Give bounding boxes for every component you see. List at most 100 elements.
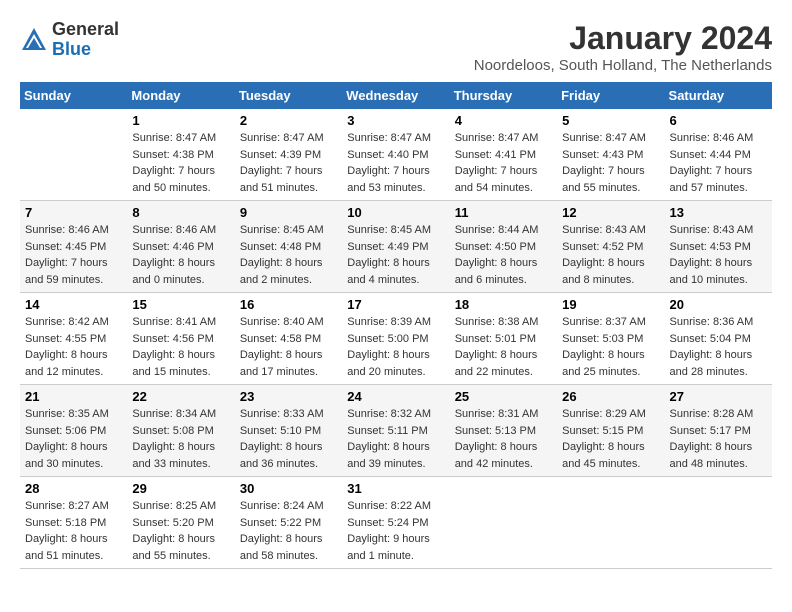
day-info: Sunrise: 8:46 AMSunset: 4:44 PMDaylight:… xyxy=(670,130,767,196)
calendar-body: 1 Sunrise: 8:47 AMSunset: 4:38 PMDayligh… xyxy=(20,109,772,569)
calendar-week-row: 14 Sunrise: 8:42 AMSunset: 4:55 PMDaylig… xyxy=(20,293,772,385)
calendar-cell: 13 Sunrise: 8:43 AMSunset: 4:53 PMDaylig… xyxy=(665,201,772,293)
day-info: Sunrise: 8:39 AMSunset: 5:00 PMDaylight:… xyxy=(347,314,444,380)
calendar-cell: 18 Sunrise: 8:38 AMSunset: 5:01 PMDaylig… xyxy=(450,293,557,385)
calendar-cell: 23 Sunrise: 8:33 AMSunset: 5:10 PMDaylig… xyxy=(235,385,342,477)
calendar-table: SundayMondayTuesdayWednesdayThursdayFrid… xyxy=(20,82,772,569)
page-header: General Blue January 2024 Noordeloos, So… xyxy=(20,20,772,74)
month-title: January 2024 xyxy=(474,20,772,57)
day-info: Sunrise: 8:45 AMSunset: 4:49 PMDaylight:… xyxy=(347,222,444,288)
calendar-week-row: 7 Sunrise: 8:46 AMSunset: 4:45 PMDayligh… xyxy=(20,201,772,293)
day-number: 3 xyxy=(347,113,444,128)
day-number: 14 xyxy=(25,297,122,312)
calendar-cell: 20 Sunrise: 8:36 AMSunset: 5:04 PMDaylig… xyxy=(665,293,772,385)
day-info: Sunrise: 8:36 AMSunset: 5:04 PMDaylight:… xyxy=(670,314,767,380)
calendar-cell: 29 Sunrise: 8:25 AMSunset: 5:20 PMDaylig… xyxy=(127,477,234,569)
day-info: Sunrise: 8:43 AMSunset: 4:52 PMDaylight:… xyxy=(562,222,659,288)
calendar-cell: 4 Sunrise: 8:47 AMSunset: 4:41 PMDayligh… xyxy=(450,109,557,201)
day-of-week-header: Monday xyxy=(127,82,234,109)
day-info: Sunrise: 8:42 AMSunset: 4:55 PMDaylight:… xyxy=(25,314,122,380)
day-number: 6 xyxy=(670,113,767,128)
logo-icon xyxy=(20,26,48,54)
calendar-cell: 25 Sunrise: 8:31 AMSunset: 5:13 PMDaylig… xyxy=(450,385,557,477)
calendar-cell xyxy=(20,109,127,201)
day-info: Sunrise: 8:44 AMSunset: 4:50 PMDaylight:… xyxy=(455,222,552,288)
day-of-week-header: Saturday xyxy=(665,82,772,109)
day-of-week-header: Sunday xyxy=(20,82,127,109)
calendar-cell xyxy=(665,477,772,569)
calendar-cell xyxy=(557,477,664,569)
calendar-cell: 26 Sunrise: 8:29 AMSunset: 5:15 PMDaylig… xyxy=(557,385,664,477)
calendar-cell: 1 Sunrise: 8:47 AMSunset: 4:38 PMDayligh… xyxy=(127,109,234,201)
day-number: 10 xyxy=(347,205,444,220)
day-info: Sunrise: 8:25 AMSunset: 5:20 PMDaylight:… xyxy=(132,498,229,564)
day-number: 17 xyxy=(347,297,444,312)
calendar-cell: 11 Sunrise: 8:44 AMSunset: 4:50 PMDaylig… xyxy=(450,201,557,293)
calendar-cell: 12 Sunrise: 8:43 AMSunset: 4:52 PMDaylig… xyxy=(557,201,664,293)
day-info: Sunrise: 8:35 AMSunset: 5:06 PMDaylight:… xyxy=(25,406,122,472)
day-info: Sunrise: 8:34 AMSunset: 5:08 PMDaylight:… xyxy=(132,406,229,472)
calendar-cell: 24 Sunrise: 8:32 AMSunset: 5:11 PMDaylig… xyxy=(342,385,449,477)
calendar-cell: 16 Sunrise: 8:40 AMSunset: 4:58 PMDaylig… xyxy=(235,293,342,385)
day-number: 29 xyxy=(132,481,229,496)
day-number: 28 xyxy=(25,481,122,496)
day-number: 30 xyxy=(240,481,337,496)
day-number: 20 xyxy=(670,297,767,312)
day-of-week-header: Tuesday xyxy=(235,82,342,109)
day-info: Sunrise: 8:47 AMSunset: 4:39 PMDaylight:… xyxy=(240,130,337,196)
day-number: 2 xyxy=(240,113,337,128)
calendar-cell: 30 Sunrise: 8:24 AMSunset: 5:22 PMDaylig… xyxy=(235,477,342,569)
day-number: 8 xyxy=(132,205,229,220)
calendar-cell: 31 Sunrise: 8:22 AMSunset: 5:24 PMDaylig… xyxy=(342,477,449,569)
day-info: Sunrise: 8:47 AMSunset: 4:41 PMDaylight:… xyxy=(455,130,552,196)
day-info: Sunrise: 8:43 AMSunset: 4:53 PMDaylight:… xyxy=(670,222,767,288)
calendar-cell: 10 Sunrise: 8:45 AMSunset: 4:49 PMDaylig… xyxy=(342,201,449,293)
calendar-cell: 27 Sunrise: 8:28 AMSunset: 5:17 PMDaylig… xyxy=(665,385,772,477)
calendar-week-row: 1 Sunrise: 8:47 AMSunset: 4:38 PMDayligh… xyxy=(20,109,772,201)
calendar-cell: 6 Sunrise: 8:46 AMSunset: 4:44 PMDayligh… xyxy=(665,109,772,201)
day-number: 26 xyxy=(562,389,659,404)
calendar-header-row: SundayMondayTuesdayWednesdayThursdayFrid… xyxy=(20,82,772,109)
day-number: 7 xyxy=(25,205,122,220)
location-title: Noordeloos, South Holland, The Netherlan… xyxy=(474,57,772,74)
day-number: 9 xyxy=(240,205,337,220)
calendar-cell: 15 Sunrise: 8:41 AMSunset: 4:56 PMDaylig… xyxy=(127,293,234,385)
day-info: Sunrise: 8:46 AMSunset: 4:46 PMDaylight:… xyxy=(132,222,229,288)
calendar-cell: 7 Sunrise: 8:46 AMSunset: 4:45 PMDayligh… xyxy=(20,201,127,293)
day-info: Sunrise: 8:47 AMSunset: 4:40 PMDaylight:… xyxy=(347,130,444,196)
calendar-cell: 2 Sunrise: 8:47 AMSunset: 4:39 PMDayligh… xyxy=(235,109,342,201)
day-info: Sunrise: 8:29 AMSunset: 5:15 PMDaylight:… xyxy=(562,406,659,472)
day-of-week-header: Friday xyxy=(557,82,664,109)
day-number: 15 xyxy=(132,297,229,312)
calendar-cell: 21 Sunrise: 8:35 AMSunset: 5:06 PMDaylig… xyxy=(20,385,127,477)
logo-blue: Blue xyxy=(52,40,119,60)
day-number: 13 xyxy=(670,205,767,220)
calendar-cell: 9 Sunrise: 8:45 AMSunset: 4:48 PMDayligh… xyxy=(235,201,342,293)
day-info: Sunrise: 8:24 AMSunset: 5:22 PMDaylight:… xyxy=(240,498,337,564)
day-number: 11 xyxy=(455,205,552,220)
day-number: 1 xyxy=(132,113,229,128)
day-number: 18 xyxy=(455,297,552,312)
day-number: 22 xyxy=(132,389,229,404)
day-number: 12 xyxy=(562,205,659,220)
day-info: Sunrise: 8:38 AMSunset: 5:01 PMDaylight:… xyxy=(455,314,552,380)
day-info: Sunrise: 8:27 AMSunset: 5:18 PMDaylight:… xyxy=(25,498,122,564)
logo-general: General xyxy=(52,20,119,40)
day-info: Sunrise: 8:45 AMSunset: 4:48 PMDaylight:… xyxy=(240,222,337,288)
day-number: 23 xyxy=(240,389,337,404)
day-info: Sunrise: 8:28 AMSunset: 5:17 PMDaylight:… xyxy=(670,406,767,472)
calendar-week-row: 21 Sunrise: 8:35 AMSunset: 5:06 PMDaylig… xyxy=(20,385,772,477)
day-info: Sunrise: 8:31 AMSunset: 5:13 PMDaylight:… xyxy=(455,406,552,472)
day-of-week-header: Thursday xyxy=(450,82,557,109)
day-number: 27 xyxy=(670,389,767,404)
calendar-cell: 5 Sunrise: 8:47 AMSunset: 4:43 PMDayligh… xyxy=(557,109,664,201)
calendar-cell: 28 Sunrise: 8:27 AMSunset: 5:18 PMDaylig… xyxy=(20,477,127,569)
day-number: 31 xyxy=(347,481,444,496)
calendar-cell xyxy=(450,477,557,569)
day-info: Sunrise: 8:32 AMSunset: 5:11 PMDaylight:… xyxy=(347,406,444,472)
day-info: Sunrise: 8:22 AMSunset: 5:24 PMDaylight:… xyxy=(347,498,444,564)
day-number: 16 xyxy=(240,297,337,312)
calendar-cell: 3 Sunrise: 8:47 AMSunset: 4:40 PMDayligh… xyxy=(342,109,449,201)
day-number: 24 xyxy=(347,389,444,404)
day-info: Sunrise: 8:40 AMSunset: 4:58 PMDaylight:… xyxy=(240,314,337,380)
